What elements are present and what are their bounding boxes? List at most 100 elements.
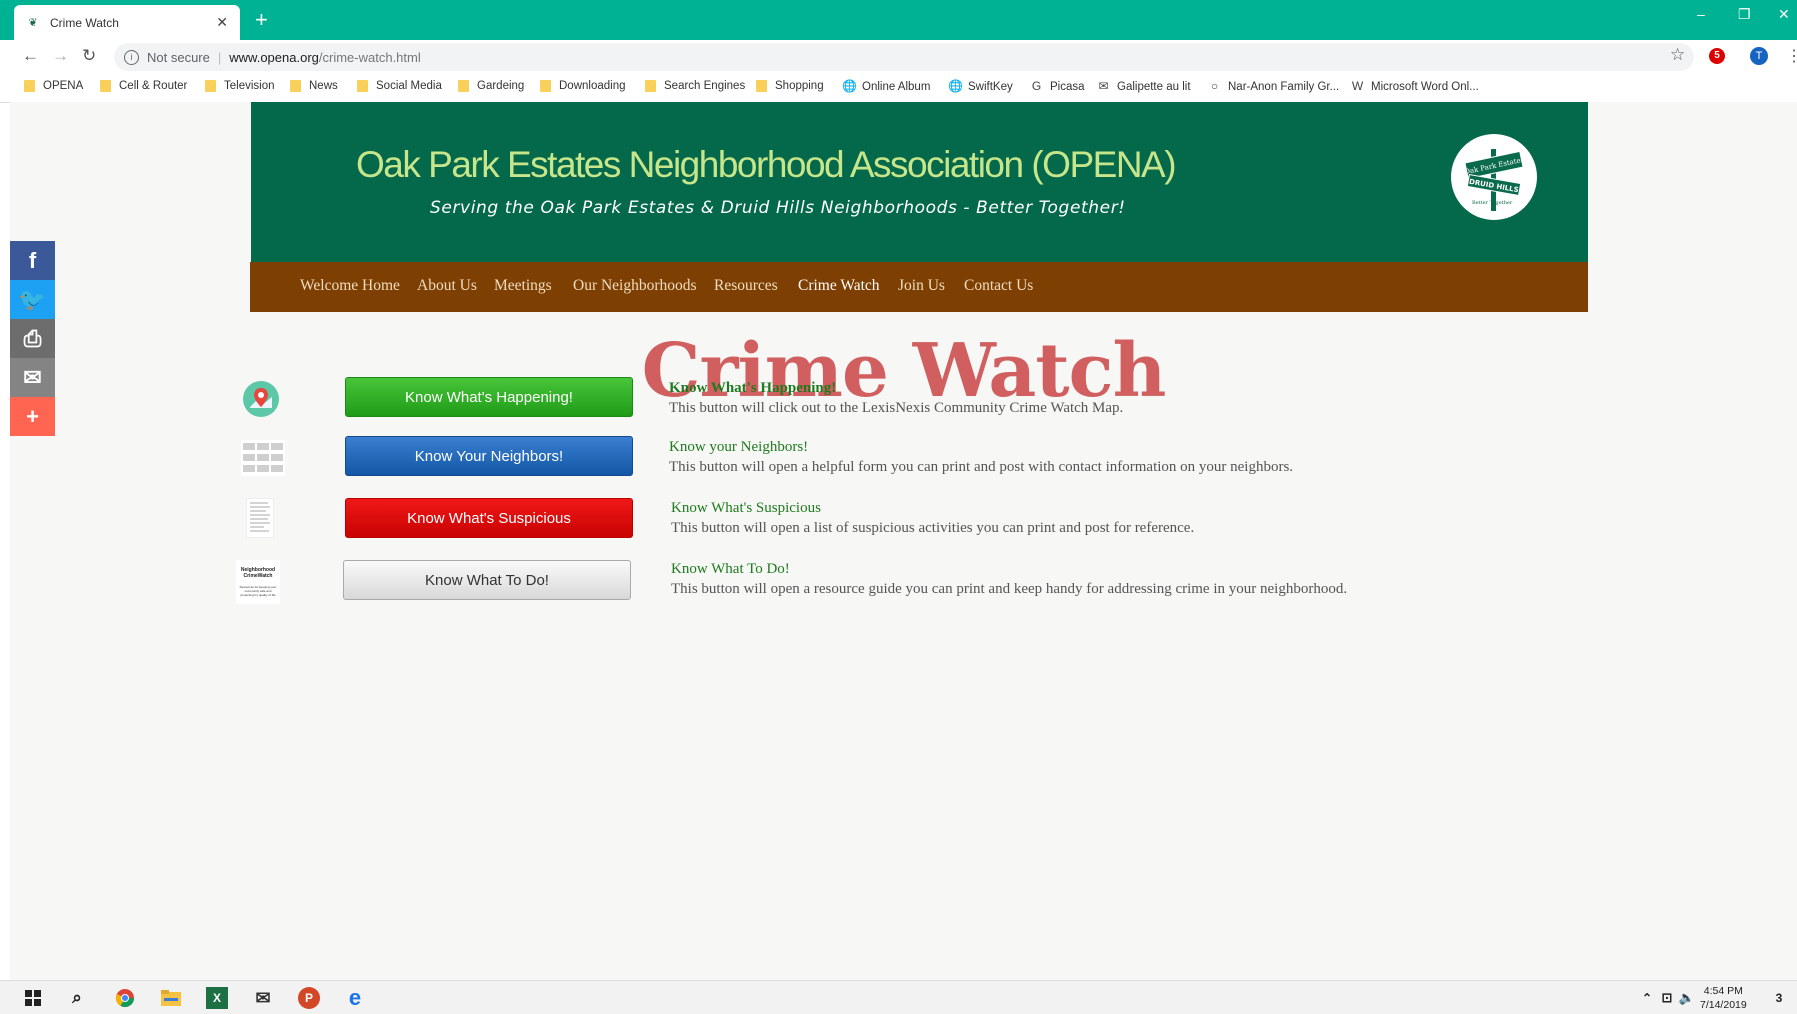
profile-avatar[interactable]: T <box>1750 47 1768 65</box>
nav-item-crime-watch[interactable]: Crime Watch <box>798 277 880 295</box>
info-icon[interactable]: i <box>124 49 139 65</box>
nav-item-meetings[interactable]: Meetings <box>494 277 552 295</box>
know-whats-happening-button[interactable]: Know What's Happening! <box>345 377 633 417</box>
chevron-up-icon[interactable]: ⌃ <box>1636 987 1658 1009</box>
bookmark-9[interactable]: 🌐 Online Album <box>842 80 930 93</box>
nav-item-about-us[interactable]: About Us <box>417 277 477 295</box>
windows-start-icon[interactable] <box>22 987 44 1009</box>
windows-taskbar: ⌕ X ✉ P e ⌃ ⊡ 🔈 4:54 PM 7/14/2019 3 <box>0 980 1797 1014</box>
browser-tab[interactable]: ❦ Crime Watch ✕ <box>14 5 240 40</box>
row-title-happening: Know What's Happening! <box>669 380 837 396</box>
globe-icon: 🌐 <box>842 79 857 93</box>
bookmark-label: Television <box>224 80 275 92</box>
row-text-happening: This button will click out to the LexisN… <box>669 400 1124 416</box>
bookmark-label: Galipette au lit <box>1117 80 1191 93</box>
notification-count: 3 <box>1775 991 1783 1005</box>
forward-arrow-icon[interactable]: → <box>52 46 69 66</box>
browser-menu-icon[interactable]: ⋮ <box>1786 46 1797 66</box>
print-icon[interactable]: ⎙ <box>10 319 55 358</box>
powerpoint-icon[interactable]: P <box>298 987 320 1009</box>
close-tab-icon[interactable]: ✕ <box>216 14 228 31</box>
google-icon: G <box>1031 79 1042 93</box>
minimize-icon[interactable]: – <box>1697 6 1705 22</box>
url-host: www.opena.org <box>229 49 319 65</box>
facebook-icon[interactable]: f <box>10 241 55 280</box>
bookmark-12[interactable]: ✉ Galipette au lit <box>1097 79 1191 93</box>
form-thumbnail[interactable] <box>241 438 285 478</box>
address-input[interactable]: i Not secure | www.opena.org/crime-watch… <box>114 43 1694 71</box>
row-title-suspicious: Know What's Suspicious <box>671 500 821 516</box>
search-icon[interactable]: ⌕ <box>66 987 88 1009</box>
bookmark-label: Online Album <box>862 80 931 93</box>
back-arrow-icon[interactable]: ← <box>22 46 39 66</box>
extension-icon[interactable]: 5 <box>1709 48 1725 64</box>
bookmarks-bar: OPENA Cell & Router Television News Social M… <box>0 74 1797 103</box>
folder-icon <box>205 80 216 92</box>
network-icon[interactable]: ⊡ <box>1656 987 1678 1009</box>
chrome-icon[interactable] <box>114 987 136 1009</box>
folder-icon <box>756 80 767 92</box>
bookmark-2[interactable]: Television <box>205 80 275 92</box>
twitter-icon[interactable]: 🐦 <box>10 280 55 319</box>
bookmark-4[interactable]: Social Media <box>357 80 442 92</box>
browser-tabstrip: ❦ Crime Watch ✕ + – ❐ ✕ <box>0 0 1797 40</box>
mail-icon: ✉ <box>1098 79 1109 93</box>
street-sign-logo-icon: Oak Park Estates DRUID HILLS Better Toge… <box>1464 149 1525 211</box>
notifications-icon[interactable]: 3 <box>1768 987 1790 1009</box>
bookmark-13[interactable]: ○ Nar-Anon Family Gr... <box>1208 80 1339 93</box>
bookmark-label: SwiftKey <box>968 80 1013 93</box>
more-icon[interactable]: + <box>10 397 55 436</box>
bookmark-1[interactable]: Cell & Router <box>100 80 187 92</box>
url-path: /crime-watch.html <box>318 49 421 65</box>
bookmark-0[interactable]: OPENA <box>24 80 83 92</box>
bookmark-label: News <box>309 80 338 92</box>
know-your-neighbors-button[interactable]: Know Your Neighbors! <box>345 436 633 476</box>
folder-icon <box>24 80 35 92</box>
know-what-to-do-button[interactable]: Know What To Do! <box>343 560 631 600</box>
system-clock[interactable]: 4:54 PM 7/14/2019 <box>1700 984 1747 1012</box>
nav-item-resources[interactable]: Resources <box>714 277 778 295</box>
guide-thumbnail[interactable]: Neighborhood CrimeWatch Resources for ke… <box>236 560 280 604</box>
document-thumbnail[interactable] <box>245 497 275 539</box>
bookmark-label: Microsoft Word Onl... <box>1371 80 1479 93</box>
bookmark-label: Social Media <box>376 80 442 92</box>
bookmark-8[interactable]: Shopping <box>756 80 824 92</box>
bookmark-7[interactable]: Search Engines <box>645 80 745 92</box>
folder-icon <box>290 80 301 92</box>
map-pin-icon[interactable] <box>241 379 281 419</box>
logo-bottom-text: Better Together <box>1472 200 1513 206</box>
nav-item-welcome-home[interactable]: Welcome Home <box>300 277 400 295</box>
nav-item-join-us[interactable]: Join Us <box>898 277 945 295</box>
bookmark-11[interactable]: G Picasa <box>1030 80 1085 93</box>
ring-icon: ○ <box>1210 79 1219 93</box>
bookmark-6[interactable]: Downloading <box>540 80 626 92</box>
reload-icon[interactable]: ↻ <box>82 46 96 66</box>
clock-time: 4:54 PM <box>1703 985 1743 997</box>
bookmark-5[interactable]: Gardeing <box>458 80 524 92</box>
nav-item-contact-us[interactable]: Contact Us <box>964 277 1033 295</box>
volume-icon[interactable]: 🔈 <box>1676 987 1698 1009</box>
file-explorer-icon[interactable] <box>160 987 182 1009</box>
nav-item-our-neighborhoods[interactable]: Our Neighborhoods <box>573 277 697 295</box>
bookmark-star-icon[interactable]: ☆ <box>1670 45 1685 65</box>
know-whats-suspicious-button[interactable]: Know What's Suspicious <box>345 498 633 538</box>
bookmark-14[interactable]: W Microsoft Word Onl... <box>1351 80 1479 93</box>
new-tab-button[interactable]: + <box>255 8 268 32</box>
site-title[interactable]: Oak Park Estates Neighborhood Associatio… <box>356 144 1177 186</box>
row-title-neighbors: Know your Neighbors! <box>669 439 809 455</box>
mail-icon[interactable]: ✉ <box>252 987 274 1009</box>
bookmark-10[interactable]: 🌐 SwiftKey <box>948 80 1013 93</box>
bookmark-3[interactable]: News <box>290 80 338 92</box>
restore-icon[interactable]: ❐ <box>1738 6 1751 23</box>
bookmark-label: Cell & Router <box>119 80 188 92</box>
row-text-neighbors: This button will open a helpful form you… <box>669 459 1294 475</box>
email-icon[interactable]: ✉ <box>10 358 55 397</box>
guide-thumb-title: Neighborhood CrimeWatch <box>240 567 276 579</box>
folder-icon <box>540 80 551 92</box>
folder-icon <box>645 80 656 92</box>
window-close-icon[interactable]: ✕ <box>1778 6 1790 23</box>
clock-date: 7/14/2019 <box>1700 999 1747 1011</box>
site-logo[interactable]: Oak Park Estates DRUID HILLS Better Toge… <box>1451 134 1537 220</box>
edge-icon[interactable]: e <box>344 985 366 1010</box>
excel-icon[interactable]: X <box>206 987 228 1009</box>
